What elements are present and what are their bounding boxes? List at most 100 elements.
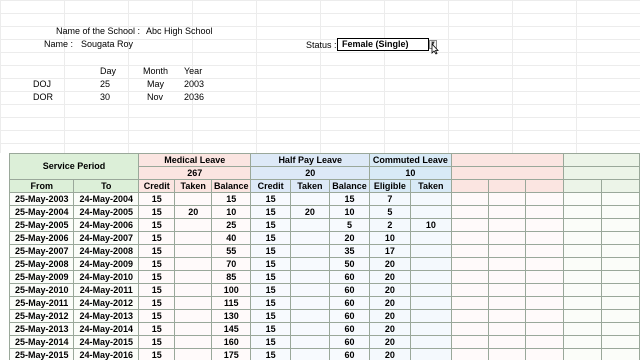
hp-taken-cell[interactable] [289,322,331,336]
extra-cell[interactable] [562,218,602,232]
hp-taken-cell[interactable] [289,335,331,349]
ml-taken-cell[interactable] [174,348,212,360]
ml-balance-cell[interactable]: 25 [210,218,252,232]
extra-cell[interactable] [450,322,490,336]
ml-credit-cell[interactable]: 15 [137,244,176,258]
extra-cell[interactable] [450,192,490,206]
extra-cell[interactable] [450,335,490,349]
ml-credit-cell[interactable]: 15 [137,348,176,360]
extra-cell[interactable] [600,205,640,219]
dor-year[interactable]: 2036 [184,92,204,103]
hp-balance-cell[interactable]: 60 [329,296,370,310]
ml-balance-cell[interactable]: 100 [210,283,252,297]
hp-credit-cell[interactable]: 15 [250,218,291,232]
extra-cell[interactable] [562,335,602,349]
hp-taken-cell[interactable] [289,218,331,232]
from-cell[interactable]: 25-May-2007 [8,244,75,258]
extra-cell[interactable] [488,231,527,245]
extra-cell[interactable] [488,296,527,310]
from-cell[interactable]: 25-May-2005 [8,218,75,232]
hp-credit-cell[interactable]: 15 [250,348,291,360]
ml-credit-cell[interactable]: 15 [137,270,176,284]
hp-credit-cell[interactable]: 15 [250,309,291,323]
from-cell[interactable]: 25-May-2003 [8,192,75,206]
cl-eligible-cell[interactable]: 5 [368,205,411,219]
ml-taken-cell[interactable] [174,296,212,310]
ml-taken-cell[interactable] [174,231,212,245]
from-cell[interactable]: 25-May-2008 [8,257,75,271]
school-value[interactable]: Abc High School [146,26,213,37]
to-cell[interactable]: 24-May-2008 [73,244,139,258]
hp-balance-cell[interactable]: 35 [329,244,370,258]
ml-balance-cell[interactable]: 55 [210,244,252,258]
extra-cell[interactable] [525,270,564,284]
dor-month[interactable]: Nov [147,92,163,103]
cl-eligible-cell[interactable]: 20 [368,270,411,284]
ml-taken-cell[interactable] [174,270,212,284]
extra-cell[interactable] [600,244,640,258]
to-cell[interactable]: 24-May-2015 [73,335,139,349]
hp-taken-cell[interactable]: 20 [289,205,331,219]
ml-balance-cell[interactable]: 40 [210,231,252,245]
extra-cell[interactable] [488,348,527,360]
extra-cell[interactable] [562,322,602,336]
extra-cell[interactable] [600,231,640,245]
ml-credit-cell[interactable]: 15 [137,192,176,206]
extra-cell[interactable] [562,348,602,360]
cl-taken-cell[interactable] [409,322,452,336]
extra-cell[interactable] [525,335,564,349]
ml-balance-cell[interactable]: 15 [210,192,252,206]
extra-cell[interactable] [488,283,527,297]
hp-balance-cell[interactable]: 60 [329,309,370,323]
hp-credit-cell[interactable]: 15 [250,244,291,258]
to-cell[interactable]: 24-May-2005 [73,205,139,219]
extra-cell[interactable] [525,257,564,271]
to-cell[interactable]: 24-May-2007 [73,231,139,245]
dor-day[interactable]: 30 [100,92,110,103]
extra-cell[interactable] [525,283,564,297]
extra-cell[interactable] [450,218,490,232]
extra-cell[interactable] [525,231,564,245]
extra-cell[interactable] [525,322,564,336]
ml-taken-cell[interactable] [174,335,212,349]
cl-taken-cell[interactable] [409,348,452,360]
extra-cell[interactable] [562,205,602,219]
extra-cell[interactable] [600,283,640,297]
from-cell[interactable]: 25-May-2010 [8,283,75,297]
extra-cell[interactable] [562,309,602,323]
hp-balance-cell[interactable]: 15 [329,192,370,206]
hp-taken-cell[interactable] [289,192,331,206]
hp-credit-cell[interactable]: 15 [250,192,291,206]
extra-cell[interactable] [562,231,602,245]
extra-cell[interactable] [450,270,490,284]
ml-taken-cell[interactable] [174,218,212,232]
extra-cell[interactable] [488,270,527,284]
extra-cell[interactable] [488,309,527,323]
from-cell[interactable]: 25-May-2006 [8,231,75,245]
ml-credit-cell[interactable]: 15 [137,231,176,245]
ml-credit-cell[interactable]: 15 [137,218,176,232]
to-cell[interactable]: 24-May-2013 [73,309,139,323]
ml-credit-cell[interactable]: 15 [137,309,176,323]
ml-taken-cell[interactable] [174,192,212,206]
cl-taken-cell[interactable] [409,192,452,206]
status-select[interactable]: Female (Single) [337,38,429,51]
extra-cell[interactable] [488,205,527,219]
cl-eligible-cell[interactable]: 20 [368,335,411,349]
doj-year[interactable]: 2003 [184,79,204,90]
extra-cell[interactable] [562,270,602,284]
ml-credit-cell[interactable]: 15 [137,205,176,219]
hp-balance-cell[interactable]: 10 [329,205,370,219]
hp-taken-cell[interactable] [289,244,331,258]
extra-cell[interactable] [600,309,640,323]
hp-credit-cell[interactable]: 15 [250,270,291,284]
ml-taken-cell[interactable] [174,309,212,323]
extra-cell[interactable] [488,218,527,232]
from-cell[interactable]: 25-May-2014 [8,335,75,349]
ml-taken-cell[interactable] [174,244,212,258]
ml-taken-cell[interactable] [174,283,212,297]
hp-credit-cell[interactable]: 15 [250,322,291,336]
cl-eligible-cell[interactable]: 20 [368,257,411,271]
extra-cell[interactable] [562,296,602,310]
extra-cell[interactable] [562,244,602,258]
